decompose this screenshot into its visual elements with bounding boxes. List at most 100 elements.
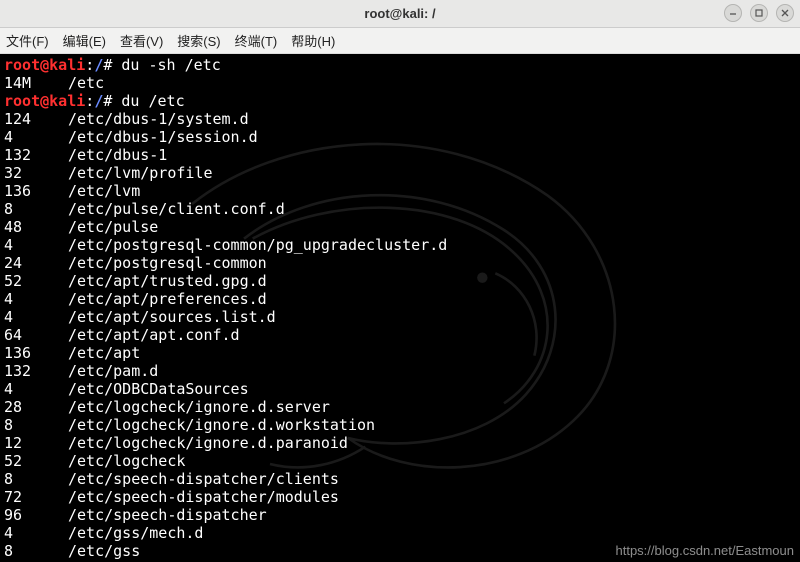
row-path: /etc/ODBCDataSources (68, 380, 249, 398)
row-size: 52 (4, 452, 68, 470)
output-row: 136/etc/apt (4, 344, 796, 362)
minimize-icon (728, 8, 738, 18)
row-path: /etc/speech-dispatcher/modules (68, 488, 339, 506)
row-path: /etc/apt/preferences.d (68, 290, 267, 308)
command-du-sh: du -sh /etc (121, 56, 220, 74)
output-row: 52/etc/apt/trusted.gpg.d (4, 272, 796, 290)
output-row: 64/etc/apt/apt.conf.d (4, 326, 796, 344)
row-path: /etc/speech-dispatcher/clients (68, 470, 339, 488)
titlebar: root@kali: / (0, 0, 800, 28)
output-row: 96/etc/speech-dispatcher (4, 506, 796, 524)
row-path: /etc/lvm/profile (68, 164, 213, 182)
menubar: 文件(F) 编辑(E) 查看(V) 搜索(S) 终端(T) 帮助(H) (0, 28, 800, 54)
row-size: 8 (4, 470, 68, 488)
row-size: 28 (4, 398, 68, 416)
row-size: 96 (4, 506, 68, 524)
output-row: 12/etc/logcheck/ignore.d.paranoid (4, 434, 796, 452)
menu-file[interactable]: 文件(F) (6, 31, 49, 50)
row-size: 12 (4, 434, 68, 452)
menu-search[interactable]: 搜索(S) (177, 31, 220, 50)
output-row: 32/etc/lvm/profile (4, 164, 796, 182)
output-row: 72/etc/speech-dispatcher/modules (4, 488, 796, 506)
menu-edit[interactable]: 编辑(E) (63, 31, 106, 50)
prompt-hash: # (103, 92, 121, 110)
output-row: 48/etc/pulse (4, 218, 796, 236)
row-size: 4 (4, 290, 68, 308)
row-path: /etc/dbus-1/system.d (68, 110, 249, 128)
menu-view[interactable]: 查看(V) (120, 31, 163, 50)
output-row: 4/etc/gss/mech.d (4, 524, 796, 542)
row-size: 52 (4, 272, 68, 290)
output-row: 132/etc/dbus-1 (4, 146, 796, 164)
output-row: 4/etc/ODBCDataSources (4, 380, 796, 398)
row-path: /etc/pam.d (68, 362, 158, 380)
output-row: 4/etc/dbus-1/session.d (4, 128, 796, 146)
row-size: 4 (4, 524, 68, 542)
output-row: 4/etc/apt/sources.list.d (4, 308, 796, 326)
output-row: 4/etc/apt/preferences.d (4, 290, 796, 308)
output-row: 132/etc/pam.d (4, 362, 796, 380)
row-path: /etc/pulse (68, 218, 158, 236)
close-button[interactable] (776, 4, 794, 22)
prompt-userhost: root@kali (4, 56, 85, 74)
row-size: 8 (4, 416, 68, 434)
maximize-icon (754, 8, 764, 18)
terminal[interactable]: root@kali:/# du -sh /etc14M/etcroot@kali… (0, 54, 800, 562)
row-size: 132 (4, 146, 68, 164)
row-size: 72 (4, 488, 68, 506)
row-path: /etc/postgresql-common/pg_upgradecluster… (68, 236, 447, 254)
row-size: 132 (4, 362, 68, 380)
row-size: 4 (4, 236, 68, 254)
row-size: 136 (4, 344, 68, 362)
window-title: root@kali: / (364, 6, 435, 21)
row-path: /etc (68, 74, 104, 92)
row-path: /etc/logcheck/ignore.d.server (68, 398, 330, 416)
output-row: 28/etc/logcheck/ignore.d.server (4, 398, 796, 416)
output-row: 8/etc/speech-dispatcher/clients (4, 470, 796, 488)
output-row: 8/etc/logcheck/ignore.d.workstation (4, 416, 796, 434)
row-size: 4 (4, 380, 68, 398)
row-path: /etc/apt/sources.list.d (68, 308, 276, 326)
output-row: 136/etc/lvm (4, 182, 796, 200)
output-row: 4/etc/postgresql-common/pg_upgradecluste… (4, 236, 796, 254)
row-path: /etc/logcheck/ignore.d.paranoid (68, 434, 348, 452)
row-path: /etc/lvm (68, 182, 140, 200)
output-row: 24/etc/postgresql-common (4, 254, 796, 272)
minimize-button[interactable] (724, 4, 742, 22)
row-path: /etc/gss (68, 542, 140, 560)
row-path: /etc/apt (68, 344, 140, 362)
row-size: 48 (4, 218, 68, 236)
row-size: 4 (4, 128, 68, 146)
row-path: /etc/logcheck/ignore.d.workstation (68, 416, 375, 434)
output-row: 124/etc/dbus-1/system.d (4, 110, 796, 128)
row-path: /etc/postgresql-common (68, 254, 267, 272)
output-row: 8/etc/pulse/client.conf.d (4, 200, 796, 218)
row-size: 8 (4, 200, 68, 218)
menu-help[interactable]: 帮助(H) (291, 31, 335, 50)
command-du: du /etc (121, 92, 184, 110)
maximize-button[interactable] (750, 4, 768, 22)
prompt-line: root@kali:/# du /etc (4, 92, 796, 110)
window-controls (724, 4, 794, 22)
output-row: 52/etc/logcheck (4, 452, 796, 470)
terminal-content: root@kali:/# du -sh /etc14M/etcroot@kali… (0, 54, 800, 562)
row-size: 124 (4, 110, 68, 128)
prompt-colon: : (85, 92, 94, 110)
row-size: 64 (4, 326, 68, 344)
close-icon (780, 8, 790, 18)
prompt-userhost: root@kali (4, 92, 85, 110)
output-row: 8/etc/gss (4, 542, 796, 560)
prompt-cwd: / (94, 56, 103, 74)
prompt-cwd: / (94, 92, 103, 110)
row-size: 14M (4, 74, 68, 92)
prompt-colon: : (85, 56, 94, 74)
row-size: 8 (4, 542, 68, 560)
row-path: /etc/pulse/client.conf.d (68, 200, 285, 218)
prompt-line: root@kali:/# du -sh /etc (4, 56, 796, 74)
output-row: 14M/etc (4, 74, 796, 92)
menu-terminal[interactable]: 终端(T) (235, 31, 278, 50)
row-path: /etc/dbus-1/session.d (68, 128, 258, 146)
row-size: 32 (4, 164, 68, 182)
row-path: /etc/gss/mech.d (68, 524, 203, 542)
prompt-hash: # (103, 56, 121, 74)
